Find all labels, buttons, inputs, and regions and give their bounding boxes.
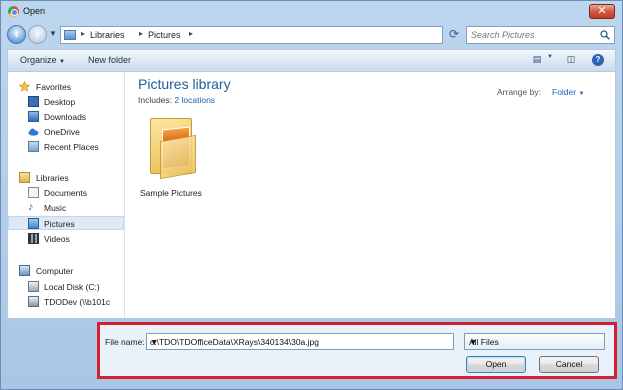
recent-locations-dropdown[interactable]: ▼ (49, 29, 57, 38)
sidebar-item-label: Documents (44, 188, 87, 198)
hard-drive-icon (28, 281, 39, 292)
documents-icon (28, 187, 39, 198)
breadcrumb-separator-icon[interactable]: ▸ (81, 29, 85, 38)
forward-button[interactable]: › (28, 25, 47, 44)
sidebar-header-label: Favorites (36, 82, 71, 92)
sidebar-item-label: Downloads (44, 112, 87, 122)
view-dropdown-icon[interactable]: ▼ (544, 54, 556, 66)
preview-pane-icon[interactable]: ◫ (565, 54, 577, 66)
downloads-icon (28, 111, 39, 122)
close-button[interactable]: ✕ (589, 4, 615, 19)
file-name-panel: File name: c:\TDO\TDOfficeData\XRays\340… (97, 322, 617, 379)
cloud-icon (28, 128, 39, 136)
window-title: Open (23, 6, 46, 16)
includes-label: Includes: (138, 95, 173, 105)
recent-places-icon (28, 141, 39, 152)
content-area: Favorites Desktop Downloads OneDrive Rec… (7, 71, 616, 319)
folder-item-sample-pictures[interactable]: Sample Pictures (140, 116, 210, 202)
open-dialog: Open ✕ ‹ › ▼ ▸ Libraries ▸ Pictures ▸ ▼ … (0, 0, 623, 390)
sidebar-item-label: TDODev (\\b101c (44, 297, 111, 307)
sidebar-item-label: OneDrive (44, 127, 80, 137)
videos-icon (28, 233, 39, 244)
file-name-label: File name: (105, 337, 145, 347)
navigation-pane[interactable]: Favorites Desktop Downloads OneDrive Rec… (8, 72, 125, 318)
sidebar-item-label: Recent Places (44, 142, 99, 152)
breadcrumb-pictures[interactable]: Pictures (148, 30, 181, 40)
chevron-down-icon: ▼ (59, 59, 65, 65)
sidebar-item-label: Desktop (44, 97, 76, 107)
sidebar-item-label: Local Disk (C:) (44, 282, 100, 292)
arrange-by-dropdown[interactable]: Folder ▼ (552, 87, 584, 97)
folder-item-label: Sample Pictures (140, 188, 202, 198)
file-type-select[interactable]: All Files ▼ (464, 333, 605, 350)
sidebar-item-label: Pictures (44, 219, 75, 229)
star-icon (19, 81, 30, 92)
change-view-icon[interactable]: ▤ (531, 54, 543, 66)
chrome-app-icon (8, 6, 19, 17)
help-icon[interactable]: ? (592, 54, 604, 66)
search-input[interactable] (467, 27, 595, 43)
file-name-field[interactable]: c:\TDO\TDOfficeData\XRays\340134\30a.jpg… (146, 333, 454, 350)
breadcrumb-libraries[interactable]: Libraries (90, 30, 125, 40)
organize-button[interactable]: Organize ▼ (20, 55, 65, 65)
chevron-down-icon[interactable]: ▼ (150, 337, 450, 347)
sidebar-item-pictures[interactable]: Pictures (8, 216, 124, 230)
file-list-pane[interactable]: Pictures library Includes: 2 locations A… (126, 72, 615, 318)
locations-link[interactable]: 2 locations (174, 95, 215, 105)
chevron-down-icon: ▼ (578, 91, 585, 97)
navigation-row: ‹ › ▼ ▸ Libraries ▸ Pictures ▸ ▼ ⟳ (1, 23, 622, 47)
command-bar: Organize ▼ New folder ▤ ▼ ◫ ? (7, 49, 616, 71)
sidebar-item-label: Videos (44, 234, 70, 244)
library-icon (64, 30, 76, 40)
library-includes: Includes: 2 locations (138, 95, 215, 105)
search-box[interactable] (466, 26, 615, 44)
arrange-by-label: Arrange by: (497, 87, 541, 97)
open-button[interactable]: Open (466, 356, 526, 373)
organize-label: Organize (20, 55, 57, 65)
back-button[interactable]: ‹ (7, 25, 26, 44)
breadcrumb-separator-icon[interactable]: ▸ (139, 29, 143, 38)
pictures-icon (28, 218, 39, 229)
address-bar[interactable]: ▸ Libraries ▸ Pictures ▸ ▼ (60, 26, 500, 44)
refresh-icon[interactable]: ⟳ (445, 26, 463, 44)
libraries-icon (19, 172, 30, 183)
breadcrumb-separator-icon[interactable]: ▸ (189, 29, 193, 38)
title-bar: Open ✕ (1, 1, 622, 23)
sidebar-item-label: Music (44, 203, 67, 213)
music-note-icon: ♪ (28, 201, 34, 213)
network-drive-icon (28, 296, 39, 307)
desktop-icon (28, 96, 39, 107)
arrange-by-value: Folder (552, 87, 577, 97)
sidebar-header-label: Libraries (36, 173, 69, 183)
new-folder-button[interactable]: New folder (88, 55, 131, 65)
chevron-down-icon: ▼ (469, 337, 478, 347)
computer-icon (19, 265, 30, 276)
search-icon[interactable] (600, 30, 610, 40)
cancel-button[interactable]: Cancel (539, 356, 599, 373)
sidebar-header-label: Computer (36, 266, 74, 276)
library-title: Pictures library (138, 76, 231, 92)
